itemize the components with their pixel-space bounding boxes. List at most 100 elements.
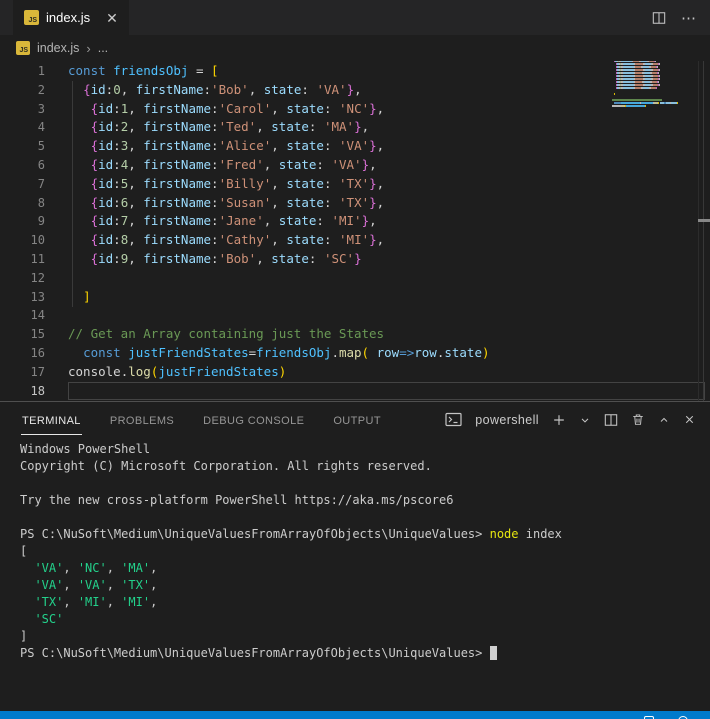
token: , xyxy=(263,213,279,229)
tline[interactable]: PS C:\NuSoft\Medium\UniqueValuesFromArra… xyxy=(20,526,710,543)
javascript-file-icon: JS xyxy=(24,10,39,25)
code-line[interactable]: 6 {id:4, firstName:'Fred', state: 'VA'}, xyxy=(0,156,710,175)
code-line[interactable]: 9 {id:7, firstName:'Jane', state: 'MI'}, xyxy=(0,212,710,231)
line-text: 'VA', 'VA', 'TX', xyxy=(20,578,157,592)
minimap-row xyxy=(612,61,696,62)
token: , xyxy=(106,595,122,609)
line-number: 3 xyxy=(37,101,45,116)
token: { xyxy=(90,232,99,248)
code-line[interactable]: 1 const friendsObj = [ xyxy=(0,62,710,81)
token: state xyxy=(278,156,317,172)
code-line[interactable]: 15 // Get an Array containing just the St… xyxy=(0,325,710,344)
token: { xyxy=(90,250,99,266)
tab-output[interactable]: OUTPUT xyxy=(332,405,382,434)
tab-problems[interactable]: PROBLEMS xyxy=(109,405,175,434)
token: , xyxy=(128,138,144,154)
tline[interactable]: PS C:\NuSoft\Medium\UniqueValuesFromArra… xyxy=(20,645,710,662)
code-line[interactable]: 4 {id:2, firstName:'Ted', state: 'MA'}, xyxy=(0,118,710,137)
token: , xyxy=(128,156,144,172)
token: : xyxy=(113,138,121,154)
code-line[interactable]: 11 {id:9, firstName:'Bob', state: 'SC'} xyxy=(0,250,710,269)
code-lines: 1 const friendsObj = [2 {id:0, firstName:… xyxy=(0,62,710,400)
token: : xyxy=(316,156,332,172)
code-line[interactable]: 7 {id:5, firstName:'Billy', state: 'TX'}… xyxy=(0,175,710,194)
token: , xyxy=(150,561,158,575)
tab-debug-console[interactable]: DEBUG CONSOLE xyxy=(202,405,305,434)
split-editor-icon[interactable] xyxy=(652,11,666,25)
code-line[interactable]: 8 {id:6, firstName:'Susan', state: 'TX'}… xyxy=(0,194,710,213)
token: , xyxy=(271,232,287,248)
chevron-down-icon[interactable] xyxy=(579,414,591,426)
token: : xyxy=(211,232,219,248)
code-line[interactable]: 10 {id:8, firstName:'Cathy', state: 'MI'… xyxy=(0,231,710,250)
split-terminal-icon[interactable] xyxy=(604,413,618,427)
tab-index-js[interactable]: JS index.js ✕ xyxy=(13,0,129,35)
token: , xyxy=(376,194,385,210)
code-line[interactable]: 13 ] xyxy=(0,288,710,307)
line-text: {id:2, firstName:'Ted', state: 'MA'}, xyxy=(68,118,705,137)
close-icon[interactable]: ✕ xyxy=(106,11,118,25)
kill-terminal-trash-icon[interactable] xyxy=(631,412,645,427)
new-terminal-icon[interactable] xyxy=(552,413,566,427)
minimap[interactable] xyxy=(612,61,696,111)
token: row xyxy=(414,344,437,360)
token: , xyxy=(63,561,78,575)
tline[interactable]: [ xyxy=(20,543,710,560)
token: , xyxy=(376,138,385,154)
line-text: PS C:\NuSoft\Medium\UniqueValuesFromArra… xyxy=(20,527,562,541)
token: : xyxy=(113,194,121,210)
tline[interactable]: 'SC' xyxy=(20,611,710,628)
breadcrumb-file[interactable]: index.js xyxy=(37,41,79,55)
more-actions-icon[interactable]: ⋯ xyxy=(681,9,697,27)
code-line[interactable]: 14 xyxy=(0,306,710,325)
indent-guide xyxy=(72,81,73,307)
terminal-output[interactable]: Windows PowerShell Copyright (C) Microsof… xyxy=(0,437,710,662)
token: , xyxy=(128,194,144,210)
line-number: 12 xyxy=(30,270,45,285)
tline[interactable]: ] xyxy=(20,628,710,645)
line-text: ] xyxy=(20,629,27,643)
token: ) xyxy=(278,363,287,379)
tline[interactable]: Try the new cross-platform PowerShell ht… xyxy=(20,492,710,509)
code-editor[interactable]: 1 const friendsObj = [2 {id:0, firstName:… xyxy=(0,61,710,401)
code-line[interactable]: 12 xyxy=(0,269,710,288)
line-text: {id:0, firstName:'Bob', state: 'VA'}, xyxy=(68,81,705,100)
terminal-selector-label[interactable]: powershell xyxy=(475,413,539,427)
tline[interactable]: Copyright (C) Microsoft Corporation. All… xyxy=(20,458,710,475)
tab-terminal[interactable]: TERMINAL xyxy=(21,405,82,435)
tline[interactable]: Windows PowerShell xyxy=(20,441,710,458)
code-line[interactable]: 17 console.log(justFriendStates) xyxy=(0,363,710,382)
chevron-up-maximize-icon[interactable] xyxy=(658,414,670,426)
code-line[interactable]: 18 xyxy=(0,382,710,401)
token: : xyxy=(113,213,121,229)
token: , xyxy=(128,100,144,116)
code-line[interactable]: 2 {id:0, firstName:'Bob', state: 'VA'}, xyxy=(0,81,710,100)
token: , xyxy=(271,138,287,154)
code-line[interactable]: 3 {id:1, firstName:'Carol', state: 'NC'}… xyxy=(0,100,710,119)
code-line[interactable]: 5 {id:3, firstName:'Alice', state: 'VA'}… xyxy=(0,137,710,156)
token: id xyxy=(98,213,114,229)
token: , xyxy=(354,81,362,97)
token: id xyxy=(98,175,114,191)
minimap-row xyxy=(612,96,696,98)
token: firstName xyxy=(143,156,212,172)
breadcrumb-symbol[interactable]: ... xyxy=(98,41,108,55)
tline[interactable] xyxy=(20,475,710,492)
token: { xyxy=(90,175,99,191)
tab-label: index.js xyxy=(46,10,91,25)
token: firstName xyxy=(143,213,212,229)
line-text xyxy=(68,269,705,288)
tline[interactable]: 'VA', 'VA', 'TX', xyxy=(20,577,710,594)
tline[interactable]: 'TX', 'MI', 'MI', xyxy=(20,594,710,611)
token: , xyxy=(361,119,370,135)
close-panel-icon[interactable] xyxy=(683,413,696,426)
tline[interactable] xyxy=(20,509,710,526)
token: : xyxy=(308,119,324,135)
tline[interactable]: 'VA', 'NC', 'MA', xyxy=(20,560,710,577)
line-number: 2 xyxy=(37,82,45,97)
token: firstName xyxy=(143,100,212,116)
powershell-terminal-icon xyxy=(445,412,462,427)
code-line[interactable]: 16 const justFriendStates=friendsObj.map… xyxy=(0,344,710,363)
